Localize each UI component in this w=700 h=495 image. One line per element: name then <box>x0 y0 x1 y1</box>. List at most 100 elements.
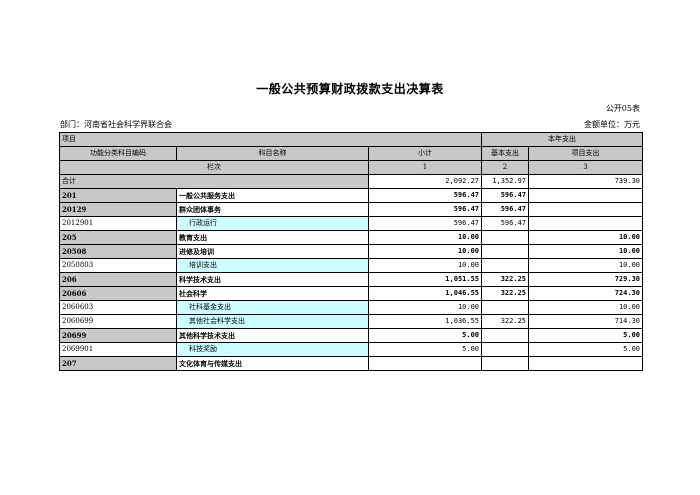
header-row-1: 项目 本年支出 <box>58 132 644 147</box>
row-code: 205 <box>59 230 177 245</box>
header-row-3: 栏次 1 2 3 <box>59 160 644 175</box>
row-subtotal: 10.00 <box>367 230 483 245</box>
report-title: 一般公共预算财政拨款支出决算表 <box>256 82 444 96</box>
row-name: 其他科学技术支出 <box>176 328 369 343</box>
row-basic <box>481 328 530 343</box>
row-project: 10.00 <box>528 230 644 245</box>
total-basic: 1,352.97 <box>481 174 530 189</box>
header-row-2: 功能分类科目编码 科目名称 小计 基本支出 项目支出 <box>59 146 644 161</box>
row-project <box>528 216 644 231</box>
table-row: 20606 社会科学 1,046.55 322.25 724.30 <box>59 286 644 301</box>
total-subtotal: 2,092.27 <box>367 174 483 189</box>
row-code: 20606 <box>59 286 177 301</box>
row-subtotal: 10.00 <box>367 258 483 273</box>
row-name: 一般公共服务支出 <box>176 188 369 203</box>
header-func-code: 功能分类科目编码 <box>59 146 177 161</box>
row-subtotal: 5.00 <box>367 328 483 343</box>
row-subtotal: 596.47 <box>367 188 483 203</box>
row-subtotal <box>367 356 483 371</box>
row-code: 2060699 <box>59 314 177 329</box>
row-basic: 322.25 <box>481 286 530 301</box>
row-basic <box>481 230 530 245</box>
row-project <box>528 202 644 217</box>
total-label: 合计 <box>59 174 369 189</box>
table-row: 2012901 行政运行 596.47 596.47 <box>59 216 644 231</box>
row-basic <box>481 300 530 315</box>
row-basic: 322.25 <box>481 314 530 329</box>
table-row: 2060699 其他社会科学支出 1,036.55 322.25 714.30 <box>59 314 644 329</box>
row-code: 201 <box>59 188 177 203</box>
header-item: 项目 <box>58 132 483 147</box>
table-row: 20508 进修及培训 10.00 10.00 <box>59 244 644 259</box>
row-project: 10.00 <box>528 244 644 259</box>
row-name: 群众团体事务 <box>176 202 369 217</box>
expenditure-table: 项目 本年支出 功能分类科目编码 科目名称 小计 基本支出 项目支出 栏次 1 … <box>58 132 644 371</box>
row-basic: 596.47 <box>481 216 530 231</box>
row-basic <box>481 244 530 259</box>
row-subtotal: 10.00 <box>367 244 483 259</box>
form-number: 公开05表 <box>605 104 640 113</box>
row-subtotal: 5.00 <box>367 342 483 357</box>
row-basic <box>481 342 530 357</box>
row-name: 其他社会科学支出 <box>176 314 369 329</box>
header-basic: 基本支出 <box>481 146 530 161</box>
header-col3: 3 <box>528 160 644 175</box>
table-row: 206 科学技术支出 1,051.55 322.25 729.30 <box>59 272 644 287</box>
table-row: 207 文化体育与传媒支出 <box>59 356 644 371</box>
row-name: 行政运行 <box>176 216 369 231</box>
header-col1: 1 <box>367 160 483 175</box>
header-subject-name: 科目名称 <box>176 146 369 161</box>
row-project: 5.00 <box>528 342 644 357</box>
row-name: 教育支出 <box>176 230 369 245</box>
table-row: 205 教育支出 10.00 10.00 <box>59 230 644 245</box>
row-project: 5.00 <box>528 328 644 343</box>
table-row: 20699 其他科学技术支出 5.00 5.00 <box>59 328 644 343</box>
table-row: 201 一般公共服务支出 596.47 596.47 <box>59 188 644 203</box>
row-name: 科学技术支出 <box>176 272 369 287</box>
table-row: 20129 群众团体事务 596.47 596.47 <box>59 202 644 217</box>
row-code: 2069901 <box>59 342 177 357</box>
row-name: 社科基金支出 <box>176 300 369 315</box>
row-basic: 322.25 <box>481 272 530 287</box>
row-code: 206 <box>59 272 177 287</box>
unit-label: 金额单位：万元 <box>584 120 640 129</box>
row-code: 2012901 <box>59 216 177 231</box>
row-basic: 596.47 <box>481 202 530 217</box>
row-basic: 596.47 <box>481 188 530 203</box>
table-row: 2050803 培训支出 10.00 10.00 <box>59 258 644 273</box>
row-code: 2060603 <box>59 300 177 315</box>
department-label: 部门：河南省社会科学界联合会 <box>60 120 172 129</box>
table-row: 2060603 社科基金支出 10.00 10.00 <box>59 300 644 315</box>
row-project <box>528 188 644 203</box>
row-subtotal: 1,046.55 <box>367 286 483 301</box>
row-subtotal: 1,051.55 <box>367 272 483 287</box>
row-code: 207 <box>59 356 177 371</box>
row-code: 20699 <box>59 328 177 343</box>
header-column-index: 栏次 <box>59 160 369 175</box>
header-current-year: 本年支出 <box>481 132 644 147</box>
total-project: 739.30 <box>528 174 644 189</box>
row-code: 2050803 <box>59 258 177 273</box>
row-project: 724.30 <box>528 286 644 301</box>
row-project <box>528 356 644 371</box>
row-subtotal: 596.47 <box>367 202 483 217</box>
row-project: 10.00 <box>528 258 644 273</box>
row-code: 20129 <box>59 202 177 217</box>
row-subtotal: 10.00 <box>367 300 483 315</box>
row-basic <box>481 356 530 371</box>
row-code: 20508 <box>59 244 177 259</box>
row-name: 进修及培训 <box>176 244 369 259</box>
row-name: 培训支出 <box>176 258 369 273</box>
row-project: 714.30 <box>528 314 644 329</box>
header-col2: 2 <box>481 160 530 175</box>
row-name: 文化体育与传媒支出 <box>176 356 369 371</box>
header-project: 项目支出 <box>528 146 644 161</box>
table-row: 2069901 科技奖励 5.00 5.00 <box>59 342 644 357</box>
row-subtotal: 1,036.55 <box>367 314 483 329</box>
row-project: 729.30 <box>528 272 644 287</box>
row-name: 社会科学 <box>176 286 369 301</box>
row-project: 10.00 <box>528 300 644 315</box>
total-row: 合计 2,092.27 1,352.97 739.30 <box>59 174 644 189</box>
header-subtotal: 小计 <box>367 146 483 161</box>
row-subtotal: 596.47 <box>367 216 483 231</box>
